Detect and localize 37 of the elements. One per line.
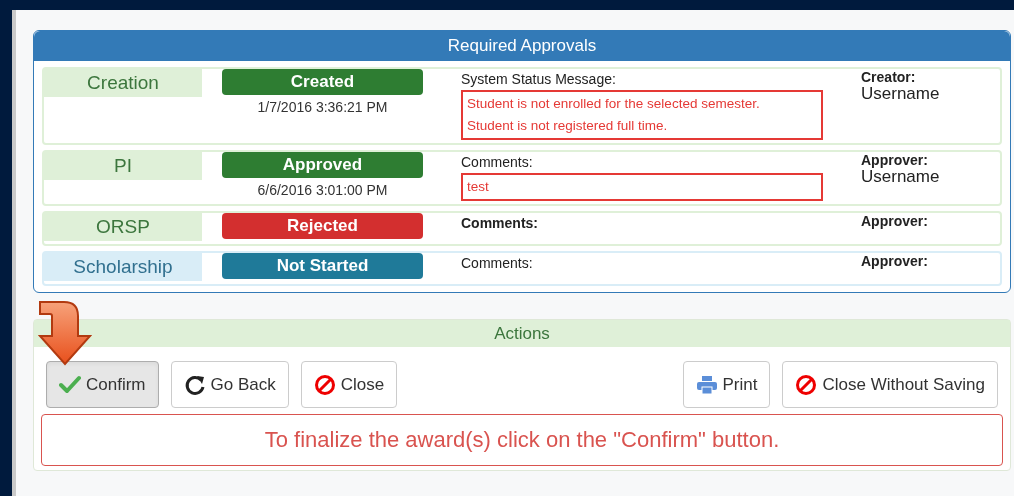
person-label: Creator: [861, 69, 917, 85]
comment-text: Student is not registered full time. [467, 117, 669, 135]
panel-title: Required Approvals [34, 31, 1010, 61]
info-message: To finalize the award(s) click on the "Confirm" button. [41, 414, 1003, 466]
person-label: Approver: [861, 253, 928, 269]
action-button[interactable]: Print [682, 361, 771, 408]
refresh-icon [183, 373, 206, 396]
check-icon [59, 373, 81, 396]
status-badge: Approved [222, 152, 423, 178]
action-button[interactable]: Close [300, 361, 398, 408]
prohibited-icon [313, 373, 336, 396]
comment-label: Comments: [461, 214, 539, 233]
status-badge: Rejected [222, 213, 423, 239]
stage-label: PI [44, 152, 202, 180]
action-button[interactable]: Go Back [170, 361, 289, 408]
prohibited-icon [795, 373, 818, 396]
down-arrow-icon [38, 300, 92, 366]
comment-text: test [467, 178, 490, 196]
timestamp: 1/7/2016 3:36:21 PM [257, 98, 388, 117]
comment-label: Comments: [461, 153, 534, 172]
comment-label: Comments: [461, 254, 534, 273]
username: Username [861, 85, 940, 103]
username: Username [861, 168, 940, 186]
comment-text: Student is not enrolled for the selected semester. [467, 95, 761, 113]
stage-label: Scholarship [44, 253, 202, 281]
timestamp: 6/6/2016 3:01:00 PM [257, 181, 388, 200]
person-label: Approver: [861, 152, 929, 168]
panel-title: Actions [34, 320, 1010, 347]
status-badge: Not Started [222, 253, 423, 279]
stage-label: ORSP [44, 213, 202, 241]
action-button[interactable]: Close Without Saving [782, 361, 998, 408]
stage-label: Creation [44, 69, 202, 97]
comment-label: System Status Message: [461, 70, 617, 89]
action-button[interactable]: Confirm [46, 361, 159, 408]
status-badge: Created [222, 69, 423, 95]
person-label: Approver: [861, 213, 928, 229]
printer-icon [695, 373, 718, 396]
